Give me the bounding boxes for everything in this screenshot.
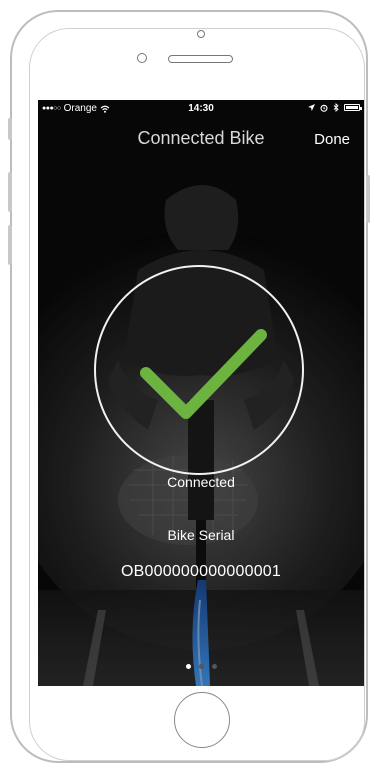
status-bar: ●●●○○ Orange 14:30: [38, 100, 364, 118]
battery-icon: [344, 104, 362, 111]
page-dot-2[interactable]: [198, 664, 204, 669]
home-button[interactable]: [174, 692, 230, 748]
checkmark-icon: [140, 329, 267, 419]
connection-status-label: Connected: [167, 474, 235, 490]
app-screen: ●●●○○ Orange 14:30 Connected Bike Done C…: [38, 100, 364, 686]
bike-serial-label: Bike Serial: [167, 527, 235, 543]
power-button: [366, 175, 370, 223]
page-dot-1[interactable]: [185, 664, 191, 669]
bluetooth-icon: [333, 103, 339, 112]
mute-switch: [8, 118, 12, 140]
volume-down-button: [8, 225, 12, 265]
earpiece-speaker: [168, 55, 233, 63]
location-arrow-icon: [308, 104, 315, 111]
alarm-icon: [320, 104, 328, 112]
volume-up-button: [8, 172, 12, 212]
proximity-sensor: [137, 53, 147, 63]
done-button[interactable]: Done: [314, 131, 350, 148]
bike-serial-value: OB000000000000001: [121, 563, 281, 580]
page-indicator[interactable]: [38, 664, 364, 669]
front-camera: [197, 30, 205, 38]
navigation-bar: Connected Bike Done: [38, 120, 364, 160]
page-dot-3[interactable]: [211, 664, 217, 669]
